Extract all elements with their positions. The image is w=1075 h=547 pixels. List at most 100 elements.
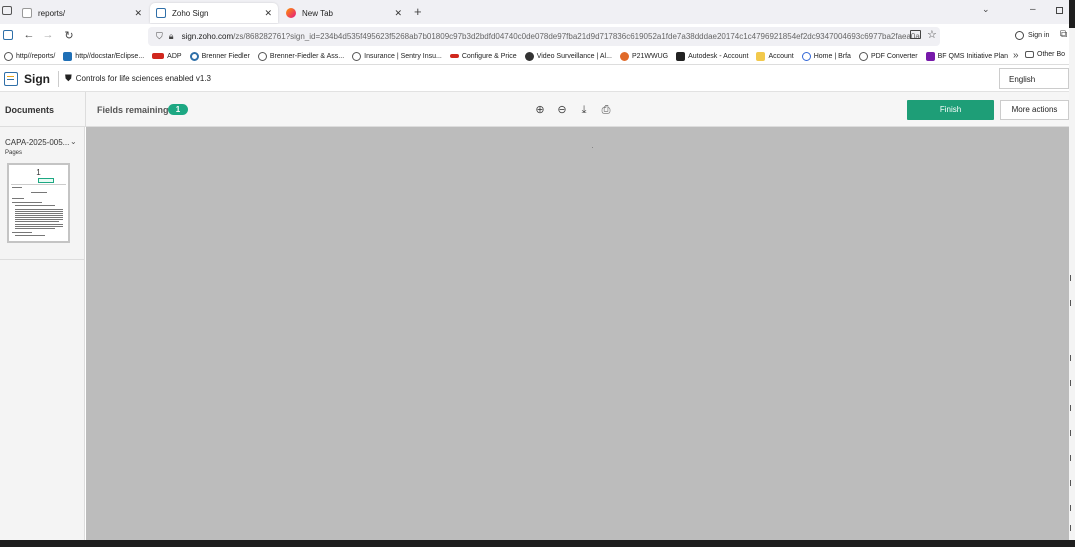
signature-field-marker xyxy=(38,178,54,183)
list-tabs-icon[interactable]: ⌄ xyxy=(982,4,990,15)
bookmark-label: ADP xyxy=(167,52,182,60)
reload-icon[interactable]: ↻ xyxy=(60,29,78,42)
print-icon[interactable]: ⎙ xyxy=(599,103,613,117)
app-header: Sign ⛊ Controls for life sciences enable… xyxy=(0,66,1069,92)
document-viewer[interactable] xyxy=(86,127,1069,540)
more-actions-button[interactable]: More actions xyxy=(1000,100,1069,120)
fields-remaining-badge[interactable]: 1 xyxy=(168,104,188,115)
bookmark-item[interactable]: Brenner Fiedler xyxy=(189,51,250,61)
tab-title: reports/ xyxy=(38,8,66,18)
url-bar[interactable]: ⛉ 🔒︎ sign.zoho.com /zs/868282761?sign_id… xyxy=(148,27,940,46)
edge-mark xyxy=(1070,525,1073,531)
bookmark-item[interactable]: Account xyxy=(756,51,794,61)
reader-view-icon[interactable] xyxy=(910,30,921,39)
sign-in-button[interactable]: Sign in xyxy=(1028,32,1049,39)
bookmark-item[interactable]: Insurance | Sentry Insu... xyxy=(352,51,442,61)
text-line xyxy=(15,228,55,229)
text-line xyxy=(12,198,24,199)
text-line xyxy=(15,217,63,218)
autodesk-icon xyxy=(676,51,686,61)
tracking-shield-icon[interactable]: ⛉ xyxy=(156,31,163,42)
docstar-icon xyxy=(63,51,73,61)
bookmark-label: http//docstar/Eclipse... xyxy=(75,52,145,60)
text-line xyxy=(15,235,45,236)
edge-mark xyxy=(1070,275,1073,281)
firefox-icon xyxy=(286,8,296,18)
app-name: Sign xyxy=(24,71,50,86)
finish-button[interactable]: Finish xyxy=(907,100,994,120)
bookmark-star-icon[interactable]: ☆ xyxy=(927,28,937,41)
edge-mark xyxy=(1070,505,1073,511)
lock-icon[interactable]: 🔒︎ xyxy=(169,31,174,42)
bookmark-label: Brenner-Fiedler & Ass... xyxy=(269,52,345,60)
close-tab-icon[interactable]: ✕ xyxy=(264,8,272,19)
close-tab-icon[interactable]: ✕ xyxy=(394,8,402,19)
bookmark-item[interactable]: PDF Converter xyxy=(858,51,918,61)
bookmark-item[interactable]: http//docstar/Eclipse... xyxy=(63,51,145,61)
text-line xyxy=(15,221,59,222)
chrome-icon xyxy=(189,51,199,61)
new-tab-button[interactable]: + xyxy=(414,4,422,19)
bookmark-item[interactable]: Home | Brfa xyxy=(801,51,851,61)
language-select[interactable]: English xyxy=(999,68,1069,89)
text-line xyxy=(31,192,47,193)
adjacent-window-edge xyxy=(1069,28,1075,540)
text-line xyxy=(15,209,63,210)
bookmark-item[interactable]: Brenner-Fiedler & Ass... xyxy=(257,51,345,61)
text-line xyxy=(15,211,63,212)
back-icon[interactable]: ← xyxy=(20,29,38,41)
text-line xyxy=(15,226,63,227)
download-icon[interactable]: ⤓ xyxy=(577,103,591,117)
zoho-sign-icon xyxy=(156,8,166,18)
p21-icon xyxy=(619,51,629,61)
globe-icon xyxy=(4,51,13,61)
bookmark-label: Home | Brfa xyxy=(813,52,851,60)
close-tab-icon[interactable]: ✕ xyxy=(134,8,142,19)
zoom-out-icon[interactable]: ⊖ xyxy=(555,103,569,117)
tab-new-tab[interactable]: New Tab ✕ xyxy=(280,3,408,23)
page-icon xyxy=(22,8,32,18)
document-name[interactable]: CAPA-2025-005... xyxy=(5,138,69,147)
text-line xyxy=(12,232,32,233)
bookmark-item[interactable]: Video Surveillance | Al... xyxy=(524,51,612,61)
tab-actions-icon[interactable] xyxy=(2,6,12,15)
sign-toolbar: Documents Fields remaining: 1 ⊕ ⊖ ⤓ ⎙ Fi… xyxy=(0,92,1069,127)
home-icon xyxy=(801,51,811,61)
bookmark-item[interactable]: ADP xyxy=(152,52,182,60)
bookmark-label: P21WWUG xyxy=(631,52,669,60)
navigation-bar: ← → ↻ ⛉ 🔒︎ sign.zoho.com /zs/868282761?s… xyxy=(0,24,1069,48)
url-host: sign.zoho.com xyxy=(181,32,234,41)
bookmarks-overflow-icon[interactable]: » xyxy=(1013,50,1019,61)
tab-reports[interactable]: reports/ ✕ xyxy=(16,3,148,23)
edge-mark xyxy=(1070,355,1073,361)
tab-zoho-sign[interactable]: Zoho Sign ✕ xyxy=(150,3,278,23)
zoom-in-icon[interactable]: ⊕ xyxy=(533,103,547,117)
bookmark-item[interactable]: Configure & Price xyxy=(449,52,517,60)
configure-icon xyxy=(449,54,459,58)
other-bookmarks[interactable]: Other Bo xyxy=(1025,51,1065,58)
bookmark-label: http//reports/ xyxy=(16,52,56,60)
bookmark-label: Other Bo xyxy=(1037,51,1066,58)
bookmark-label: PDF Converter xyxy=(870,52,918,60)
extensions-icon[interactable]: ⧉ xyxy=(1060,29,1067,40)
containers-icon[interactable] xyxy=(3,30,13,40)
fields-remaining-label: Fields remaining: xyxy=(97,105,172,115)
chevron-down-icon[interactable]: ⌄ xyxy=(70,137,77,146)
bookmark-label: Autodesk - Account xyxy=(688,52,749,60)
restore-icon[interactable] xyxy=(1056,7,1063,14)
page-thumbnail[interactable]: 1 xyxy=(7,163,70,243)
text-line xyxy=(15,215,63,216)
bookmark-item[interactable]: Autodesk - Account xyxy=(676,51,749,61)
forward-icon[interactable]: → xyxy=(39,29,57,41)
folder-icon xyxy=(756,51,766,61)
account-icon[interactable] xyxy=(1015,31,1024,40)
loading-indicator xyxy=(592,147,593,148)
bookmark-item[interactable]: BF QMS Initiative Plan xyxy=(925,51,1009,61)
bookmark-label: BF QMS Initiative Plan xyxy=(937,52,1009,60)
bookmark-item[interactable]: P21WWUG xyxy=(619,51,669,61)
minimize-icon[interactable]: – xyxy=(1030,4,1036,15)
edge-mark xyxy=(1070,380,1073,386)
bookmark-label: Account xyxy=(768,52,794,60)
bookmark-item[interactable]: http//reports/ xyxy=(4,51,56,61)
bookmark-label: Configure & Price xyxy=(461,52,517,60)
